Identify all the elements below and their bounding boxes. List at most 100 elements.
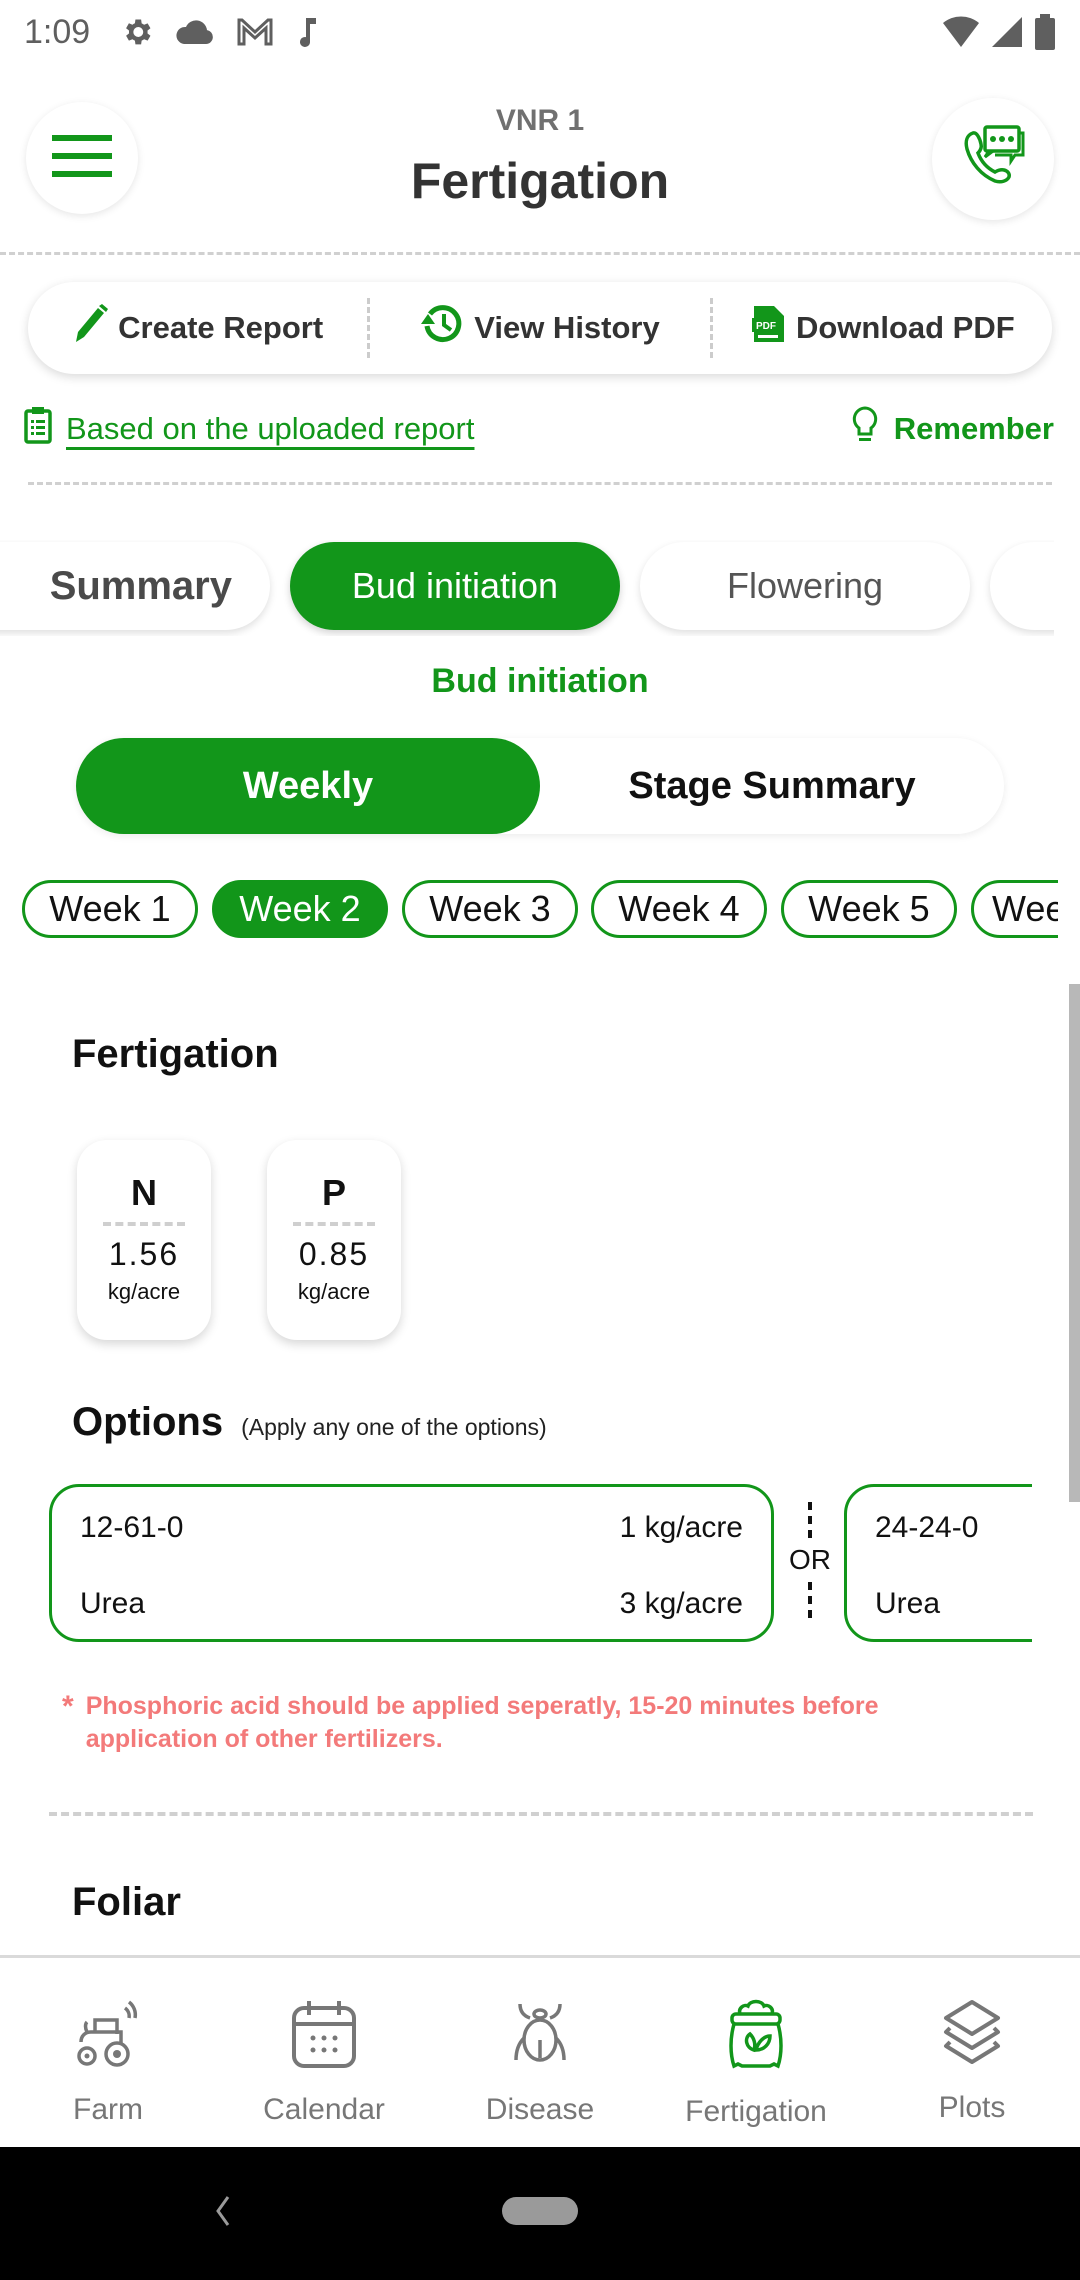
fertigation-section-title: Fertigation <box>72 1032 279 1076</box>
status-bar: 1:09 <box>0 0 1080 64</box>
remember-button[interactable]: Remember <box>852 406 1054 452</box>
nutrient-card-p: P 0.85 kg/acre <box>267 1140 401 1340</box>
pencil-icon <box>72 304 109 352</box>
nutrient-unit: kg/acre <box>107 1279 181 1304</box>
nutrient-symbol: N <box>131 1172 157 1213</box>
content-scrollbar[interactable] <box>1069 984 1080 1502</box>
info-row: Based on the uploaded report Remember <box>24 404 1054 454</box>
pdf-file-icon: PDF <box>750 304 786 352</box>
nav-label: Disease <box>485 2093 595 2126</box>
selected-stage-heading: Bud initiation <box>431 662 649 700</box>
view-history-button[interactable]: View History <box>370 282 709 374</box>
week-chip-2[interactable]: Week 2 <box>212 880 388 938</box>
week-selector: Week 1 Week 2 Week 3 Week 4 Week 5 Week … <box>22 878 1058 942</box>
create-report-button[interactable]: Create Report <box>28 282 367 374</box>
gmail-icon <box>236 17 274 47</box>
view-history-label: View History <box>474 310 660 345</box>
week-chip-6[interactable]: Week 6 <box>971 880 1058 938</box>
cloud-icon <box>176 18 214 46</box>
options-header: Options (Apply any one of the options) <box>72 1400 547 1445</box>
back-icon[interactable] <box>212 2193 232 2234</box>
bottom-navigation: Farm Calendar Disease Fertigation Plots <box>0 1955 1080 2147</box>
options-carousel[interactable]: 12-61-0 1 kg/acre Urea 3 kg/acre OR 24-2… <box>0 1484 1032 1644</box>
option-item: Urea <box>875 1587 1032 1621</box>
tractor-icon <box>73 1998 143 2075</box>
action-bar: Create Report View History PDF Download … <box>28 282 1052 374</box>
weekly-toggle[interactable]: Weekly <box>76 738 540 834</box>
option-card-2[interactable]: 24-24-0 Urea <box>844 1484 1032 1642</box>
nutrient-divider <box>103 1222 185 1226</box>
nav-label: Fertigation <box>685 2095 827 2128</box>
fertilizer-name: 24-24-0 <box>875 1511 979 1544</box>
week-chip-1[interactable]: Week 1 <box>22 880 198 938</box>
nutrient-card-n: N 1.56 kg/acre <box>77 1140 211 1340</box>
home-pill[interactable] <box>502 2197 578 2225</box>
nutrient-value: 1.56 <box>108 1236 180 1272</box>
bug-icon <box>512 1998 568 2075</box>
options-title: Options <box>72 1400 224 1444</box>
tab-next-stage[interactable] <box>990 542 1054 630</box>
settings-icon <box>120 15 154 49</box>
or-dash-bottom <box>808 1582 812 1618</box>
option-item: 24-24-0 <box>875 1511 1032 1545</box>
nav-plots[interactable]: Plots <box>864 1958 1080 2147</box>
note-text: Phosphoric acid should be applied sepera… <box>85 1692 879 1753</box>
phone-chat-support-icon <box>959 123 1027 196</box>
svg-text:PDF: PDF <box>756 321 776 332</box>
nav-label: Farm <box>73 2093 143 2126</box>
uploaded-report-label: Based on the uploaded report <box>66 411 475 446</box>
week-chip-4[interactable]: Week 4 <box>591 880 767 938</box>
nav-calendar[interactable]: Calendar <box>216 1958 432 2147</box>
nav-label: Calendar <box>263 2093 385 2126</box>
page-title: Fertigation <box>410 153 670 209</box>
nav-disease[interactable]: Disease <box>432 1958 648 2147</box>
music-note-icon <box>296 16 320 48</box>
application-note: * Phosphoric acid should be applied sepe… <box>62 1690 962 1756</box>
week-chip-5[interactable]: Week 5 <box>781 880 957 938</box>
calendar-icon <box>291 1998 357 2075</box>
clipboard-icon <box>24 406 52 452</box>
create-report-label: Create Report <box>118 310 324 345</box>
foliar-section-title: Foliar <box>72 1880 181 1924</box>
system-navigation-bar <box>0 2147 1080 2280</box>
option-card-1[interactable]: 12-61-0 1 kg/acre Urea 3 kg/acre <box>49 1484 774 1642</box>
nutrient-value: 0.85 <box>298 1236 370 1272</box>
fertilizer-name: Urea <box>875 1587 941 1620</box>
battery-icon <box>1034 14 1056 50</box>
layers-icon <box>941 1998 1003 2073</box>
stage-tabs: Summary Bud initiation Flowering <box>0 540 1054 636</box>
header-divider <box>0 252 1080 255</box>
nutrient-unit: kg/acre <box>297 1279 371 1304</box>
signal-icon <box>990 15 1024 49</box>
fertilizer-qty: 3 kg/acre <box>619 1587 743 1620</box>
nutrient-symbol: P <box>321 1172 346 1213</box>
nav-farm[interactable]: Farm <box>0 1958 216 2147</box>
fertilizer-bag-icon <box>726 1998 786 2077</box>
option-item: Urea 3 kg/acre <box>80 1587 743 1621</box>
download-pdf-button[interactable]: PDF Download PDF <box>713 282 1052 374</box>
tab-flowering[interactable]: Flowering <box>640 542 970 630</box>
status-time: 1:09 <box>24 12 91 51</box>
tab-summary[interactable]: Summary <box>0 542 270 630</box>
history-icon <box>420 302 464 354</box>
fertilizer-name: Urea <box>80 1587 146 1620</box>
fertilizer-name: 12-61-0 <box>80 1511 184 1544</box>
app-header: VNR 1 Fertigation <box>0 96 1080 246</box>
remember-label: Remember <box>893 411 1054 446</box>
download-pdf-label: Download PDF <box>795 310 1015 345</box>
week-chip-3[interactable]: Week 3 <box>402 880 578 938</box>
or-dash-top <box>808 1502 812 1538</box>
asterisk-icon: * <box>62 1690 74 1723</box>
or-separator: OR <box>786 1502 834 1628</box>
or-label: OR <box>789 1544 831 1575</box>
nav-label: Plots <box>938 2091 1006 2124</box>
stage-summary-toggle[interactable]: Stage Summary <box>540 738 1004 834</box>
tab-bud-initiation[interactable]: Bud initiation <box>290 542 620 630</box>
view-toggle: Weekly Stage Summary <box>76 738 1004 834</box>
fertilizer-qty: 1 kg/acre <box>619 1511 743 1544</box>
farm-name: VNR 1 <box>495 104 585 137</box>
uploaded-report-link[interactable]: Based on the uploaded report <box>24 406 474 452</box>
nav-fertigation[interactable]: Fertigation <box>648 1958 864 2147</box>
nutrient-divider <box>293 1222 375 1226</box>
support-call-button[interactable] <box>932 98 1054 220</box>
